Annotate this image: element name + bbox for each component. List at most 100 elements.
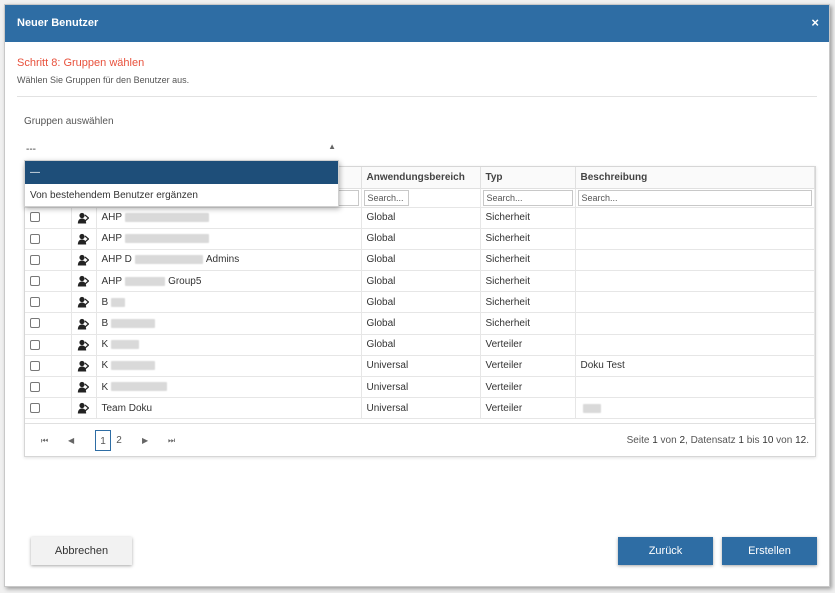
row-icon-cell (71, 334, 97, 356)
pager-info: Seite 1 von 2, Datensatz 1 bis 10 von 12… (626, 435, 809, 446)
row-type-cell: Sicherheit (480, 207, 576, 229)
row-scope-cell: Global (361, 291, 481, 314)
row-name-cell: AHP (96, 207, 362, 229)
group-name: B (101, 318, 109, 330)
table-row[interactable]: K Universal Verteiler (25, 376, 815, 399)
last-page-icon[interactable]: ⏭ (168, 436, 175, 446)
row-checkbox[interactable] (30, 381, 40, 392)
type-filter-input[interactable] (482, 189, 573, 206)
dropdown-option-empty[interactable]: — (25, 161, 338, 184)
new-user-dialog: Neuer Benutzer × Schritt 8: Gruppen wähl… (4, 4, 830, 587)
row-type-cell: Sicherheit (480, 312, 576, 335)
screen-background: Neuer Benutzer × Schritt 8: Gruppen wähl… (0, 0, 835, 593)
row-icon-cell (71, 376, 97, 399)
table-row[interactable]: AHP Group5 Global Sicherheit (25, 270, 815, 293)
dropdown-option-copy-from-user[interactable]: Von bestehendem Benutzer ergänzen (25, 184, 338, 206)
row-scope-cell: Global (361, 207, 481, 229)
close-icon[interactable]: × (811, 15, 819, 30)
table-row[interactable]: AHP Global Sicherheit (25, 207, 815, 229)
user-group-icon (77, 381, 89, 393)
row-checkbox[interactable] (30, 254, 40, 265)
user-group-icon (77, 360, 89, 372)
row-scope-cell: Global (361, 228, 481, 250)
table-row[interactable]: K Universal Verteiler Doku Test (25, 355, 815, 378)
redacted-text (125, 234, 210, 244)
page-button-2[interactable]: 2 (113, 430, 125, 451)
prev-page-icon[interactable]: ◀ (68, 436, 74, 445)
row-checkbox[interactable] (30, 360, 40, 371)
row-type-cell: Sicherheit (480, 249, 576, 272)
user-group-icon (77, 254, 89, 266)
cancel-button[interactable]: Abbrechen (31, 537, 132, 565)
table-row[interactable]: K Global Verteiler (25, 334, 815, 356)
redacted-text (125, 212, 210, 222)
table-row[interactable]: B Global Sicherheit (25, 312, 815, 335)
table-row[interactable]: Team Doku Universal Verteiler (25, 397, 815, 420)
back-button[interactable]: Zurück (618, 537, 713, 565)
row-type-cell: Sicherheit (480, 228, 576, 250)
row-name-cell: AHP D Admins (96, 249, 362, 272)
redacted-text (582, 403, 601, 413)
row-type-cell: Verteiler (480, 397, 576, 420)
row-checkbox[interactable] (30, 276, 40, 287)
row-type-cell: Verteiler (480, 355, 576, 378)
description-filter-input[interactable] (577, 189, 812, 206)
row-scope-cell: Global (361, 334, 481, 356)
page-button-1[interactable]: 1 (95, 430, 111, 451)
row-description-cell (575, 270, 815, 293)
group-name: AHP D (101, 254, 132, 266)
row-scope-cell: Global (361, 249, 481, 272)
row-icon-cell (71, 228, 97, 250)
row-checkbox[interactable] (30, 318, 40, 329)
user-group-icon (77, 212, 89, 224)
row-select-cell (25, 376, 72, 399)
row-name-cell: K (96, 355, 362, 378)
row-description-cell (575, 291, 815, 314)
create-button[interactable]: Erstellen (722, 537, 817, 565)
group-name: AHP (101, 233, 123, 245)
table-row[interactable]: AHP Global Sicherheit (25, 228, 815, 250)
table-row[interactable]: AHP D Admins Global Sicherheit (25, 249, 815, 272)
dialog-title: Neuer Benutzer (17, 17, 99, 29)
row-name-cell: Team Doku (96, 397, 362, 420)
row-checkbox[interactable] (30, 339, 40, 350)
group-name: AHP (101, 275, 123, 287)
group-select[interactable]: --- ▲ (24, 138, 338, 160)
row-select-cell (25, 312, 72, 335)
caret-up-icon: ▲ (328, 142, 336, 151)
row-checkbox[interactable] (30, 403, 40, 414)
row-icon-cell (71, 355, 97, 378)
row-select-cell (25, 397, 72, 420)
row-name-cell: K (96, 376, 362, 399)
row-checkbox[interactable] (30, 233, 40, 244)
row-select-cell (25, 355, 72, 378)
column-header-description[interactable]: Beschreibung (575, 167, 815, 189)
divider (17, 96, 817, 97)
row-checkbox[interactable] (30, 297, 40, 308)
group-select-value: --- (26, 144, 36, 155)
row-name-cell: AHP Group5 (96, 270, 362, 293)
table-row[interactable]: B Global Sicherheit (25, 291, 815, 314)
group-name: Team Doku (101, 402, 153, 414)
row-checkbox[interactable] (30, 212, 40, 223)
user-group-icon (77, 318, 89, 330)
group-name: AHP (101, 212, 123, 224)
user-group-icon (77, 297, 89, 308)
redacted-text (134, 255, 203, 265)
next-page-icon[interactable]: ▶ (142, 436, 148, 445)
group-select-label: Gruppen auswählen (24, 116, 114, 127)
scope-filter-input[interactable] (363, 189, 409, 206)
group-name: K (101, 339, 109, 351)
first-page-icon[interactable]: ⏮ (41, 436, 48, 446)
row-scope-cell: Global (361, 270, 481, 293)
column-header-type[interactable]: Typ (480, 167, 576, 189)
filter-cell (480, 188, 576, 208)
dialog-titlebar: Neuer Benutzer × (5, 5, 829, 42)
row-type-cell: Verteiler (480, 376, 576, 399)
row-select-cell (25, 291, 72, 314)
row-description-cell (575, 312, 815, 335)
column-header-scope[interactable]: Anwendungsbereich (361, 167, 481, 189)
user-group-icon (77, 233, 89, 245)
step-title: Schritt 8: Gruppen wählen (17, 57, 145, 69)
row-icon-cell (71, 312, 97, 335)
